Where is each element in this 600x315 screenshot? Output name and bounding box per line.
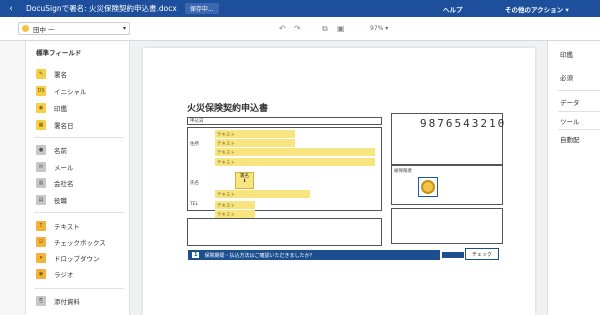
- calendar-icon: ▦: [36, 120, 46, 130]
- step-number: 1: [192, 252, 200, 258]
- divider: [558, 111, 600, 112]
- name-label: 氏名: [190, 181, 199, 186]
- field-title[interactable]: ▤ 役職: [36, 193, 67, 207]
- document-title: 火災保険契約申込書: [187, 104, 269, 114]
- recipient-color-icon: [22, 25, 29, 32]
- required-checkbox[interactable]: 必須: [560, 72, 573, 82]
- top-bar: ‹ DocuSignで署名: 火災保険契約申込書.docx 保存中... ヘルプ…: [0, 0, 600, 17]
- text-field[interactable]: テキスト: [215, 158, 375, 166]
- field-label: ドロップダウン: [54, 255, 100, 263]
- signature-field[interactable]: 署名 ⬇: [235, 172, 254, 189]
- stamp-icon: [421, 180, 435, 194]
- field-label: メール: [54, 164, 74, 172]
- saving-status: 保存中...: [184, 3, 219, 14]
- building-icon: ▥: [36, 178, 46, 188]
- stamp-icon: ◉: [36, 103, 46, 113]
- stamp-property: 印鑑: [560, 51, 573, 59]
- paste-icon[interactable]: ▣: [337, 24, 345, 33]
- text-icon: T: [36, 221, 46, 231]
- divider: [34, 288, 124, 289]
- paperclip-icon: ⎘: [36, 296, 46, 306]
- left-toolstrip: [0, 41, 26, 315]
- field-stamp[interactable]: ◉ 印鑑: [36, 101, 67, 115]
- editor-toolbar: 田中 一 ▾ ↶ ↷ ⧉ ▣ 97% ▾: [0, 17, 600, 41]
- stamp-field-selected[interactable]: [418, 177, 438, 197]
- apply-date-label: 申込日: [190, 119, 204, 124]
- dropdown-icon: ▾: [36, 253, 46, 263]
- undo-icon[interactable]: ↶: [279, 24, 286, 33]
- field-radio[interactable]: ◉ ラジオ: [36, 267, 73, 281]
- field-name[interactable]: ● 名前: [36, 143, 67, 157]
- checkbox-icon: ☑: [36, 237, 46, 247]
- header-row: [187, 117, 382, 125]
- field-signature[interactable]: ✎ 署名: [36, 67, 67, 81]
- auto-place-section[interactable]: 自動配: [560, 134, 580, 144]
- field-label: イニシャル: [54, 88, 87, 96]
- help-link[interactable]: ヘルプ: [443, 4, 463, 14]
- policy-number: 9876543210: [420, 117, 507, 130]
- standard-fields-panel: 標準フィールド ✎ 署名 DS イニシャル ◉ 印鑑 ▦ 署名日 ● 名前 ✉ …: [26, 41, 130, 315]
- field-label: 名前: [54, 147, 67, 155]
- text-field[interactable]: テキスト: [215, 139, 295, 147]
- field-label: 添付資料: [54, 298, 80, 306]
- window-title: DocuSignで署名: 火災保険契約申込書.docx: [26, 4, 177, 13]
- field-label: 署名日: [54, 122, 74, 130]
- field-label: テキスト: [54, 223, 80, 231]
- field-attachment[interactable]: ⎘ 添付資料: [36, 294, 80, 308]
- field-date-signed[interactable]: ▦ 署名日: [36, 118, 74, 132]
- other-actions-menu[interactable]: その他のアクション ▾: [505, 4, 569, 14]
- pen-icon: ✎: [36, 69, 46, 79]
- text-field[interactable]: テキスト: [215, 201, 255, 209]
- document-page: 火災保険契約申込書 申込日 9876543210 住所 氏名 TEL テキスト …: [143, 48, 535, 315]
- briefcase-icon: ▤: [36, 195, 46, 205]
- field-label: 会社名: [54, 180, 74, 188]
- copy-icon[interactable]: ⧉: [322, 24, 328, 34]
- text-field[interactable]: テキスト: [215, 190, 310, 198]
- initials-icon: DS: [36, 86, 46, 96]
- field-label: 印鑑: [54, 105, 67, 113]
- field-label: 役職: [54, 197, 67, 205]
- confirmation-bar: 1 保険期間・払込方法はご確認いただきましたか？: [188, 250, 440, 260]
- tools-section[interactable]: ツール: [560, 116, 580, 126]
- divider: [558, 90, 600, 91]
- confirmation-text: 保険期間・払込方法はご確認いただきましたか？: [204, 252, 315, 259]
- divider: [558, 129, 600, 130]
- field-label: 署名: [54, 71, 67, 79]
- field-text[interactable]: T テキスト: [36, 219, 80, 233]
- data-section[interactable]: データ: [560, 97, 580, 107]
- field-email[interactable]: ✉ メール: [36, 160, 74, 174]
- divider: [34, 137, 124, 138]
- field-initial[interactable]: DS イニシャル: [36, 84, 87, 98]
- agent-block: [391, 208, 503, 244]
- recipient-name: 田中 一: [33, 25, 55, 34]
- panel-title: 標準フィールド: [36, 49, 82, 57]
- field-checkbox[interactable]: ☑ チェックボックス: [36, 235, 106, 249]
- back-icon[interactable]: ‹: [0, 4, 22, 14]
- redo-icon[interactable]: ↷: [294, 24, 301, 33]
- field-label: ラジオ: [54, 271, 74, 279]
- insured-label: 被保険者: [394, 169, 412, 174]
- recipient-select[interactable]: 田中 一 ▾: [18, 22, 130, 35]
- text-field[interactable]: テキスト: [215, 130, 295, 138]
- tel-label: TEL: [190, 202, 199, 207]
- field-label: チェックボックス: [54, 239, 106, 247]
- mail-icon: ✉: [36, 162, 46, 172]
- arrow-icon: [442, 252, 464, 258]
- chevron-down-icon: ▾: [122, 25, 126, 32]
- address-label: 住所: [190, 142, 199, 147]
- check-button[interactable]: チェック: [465, 248, 499, 260]
- text-field[interactable]: テキスト: [215, 210, 255, 218]
- notice-block: [187, 218, 382, 246]
- field-dropdown[interactable]: ▾ ドロップダウン: [36, 251, 100, 265]
- person-icon: ●: [36, 145, 46, 155]
- properties-panel: 印鑑 必須 データ ツール 自動配: [547, 41, 600, 315]
- divider: [34, 212, 124, 213]
- field-company[interactable]: ▥ 会社名: [36, 176, 74, 190]
- text-field[interactable]: テキスト: [215, 148, 375, 156]
- radio-icon: ◉: [36, 269, 46, 279]
- zoom-select[interactable]: 97% ▾: [370, 25, 388, 32]
